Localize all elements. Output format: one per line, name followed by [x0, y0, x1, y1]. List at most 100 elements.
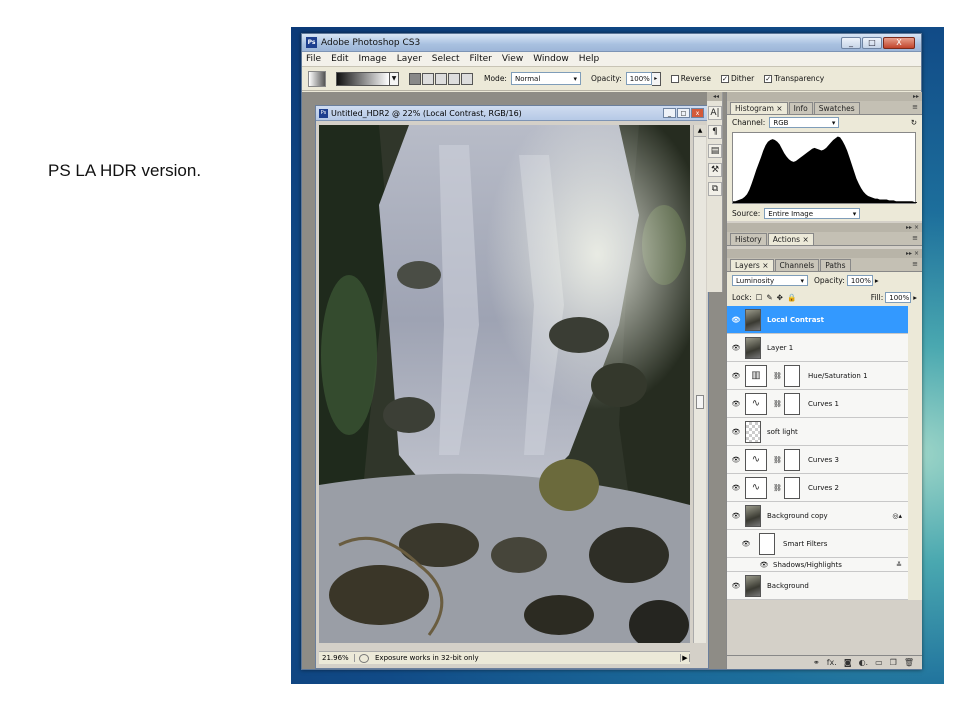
menu-window[interactable]: Window [533, 54, 569, 64]
angle-gradient-icon[interactable] [435, 72, 447, 85]
reflected-gradient-icon[interactable] [448, 72, 460, 85]
channel-select[interactable]: RGB ▾ [769, 117, 840, 128]
layer-row-soft-light[interactable]: 👁 soft light [727, 418, 908, 446]
status-menu-arrow-icon[interactable]: ▶ [680, 654, 690, 662]
tab-channels[interactable]: Channels [774, 259, 820, 271]
visibility-eye-icon[interactable]: 👁 [731, 428, 741, 436]
menu-help[interactable]: Help [579, 54, 600, 64]
menu-file[interactable]: File [306, 54, 321, 64]
menu-layer[interactable]: Layer [397, 54, 422, 64]
layer-row-curves-3[interactable]: 👁 ∿ ⛓ Curves 3 [727, 446, 908, 474]
history-group-handle[interactable]: ▸▸ × [727, 223, 922, 232]
layer-row-curves-1[interactable]: 👁 ∿ ⛓ Curves 1 [727, 390, 908, 418]
smart-filter-indicator-icon[interactable]: ◎▴ [892, 512, 902, 520]
link-layers-icon[interactable]: ⚭ [813, 658, 820, 667]
scroll-thumb[interactable] [696, 395, 704, 409]
histogram-panel-menu-icon[interactable]: ≡ [912, 103, 918, 111]
document-title-bar[interactable]: Ps Untitled_HDR2 @ 22% (Local Contrast, … [316, 106, 708, 121]
layer-row-layer-1[interactable]: 👁 Layer 1 [727, 334, 908, 362]
document-vertical-scrollbar[interactable]: ▲ [693, 125, 706, 643]
layer-opacity-arrow-icon[interactable]: ▸ [875, 276, 879, 285]
layer-comps-panel-icon[interactable]: ▤ [708, 144, 722, 158]
visibility-eye-icon[interactable]: 👁 [731, 456, 741, 464]
new-group-icon[interactable]: ▭ [875, 658, 883, 667]
linear-gradient-icon[interactable] [409, 72, 421, 85]
lock-position-icon[interactable]: ✥ [777, 293, 783, 302]
history-panel-menu-icon[interactable]: ≡ [912, 234, 918, 242]
mask-link-icon[interactable]: ⛓ [773, 400, 782, 408]
transparency-checkbox[interactable]: ✓ [764, 74, 773, 83]
title-bar[interactable]: Ps Adobe Photoshop CS3 _ □ X [302, 34, 921, 52]
mask-link-icon[interactable]: ⛓ [773, 372, 782, 380]
tab-histogram[interactable]: Histogram × [730, 102, 788, 114]
gradient-tool-preset-icon[interactable] [308, 70, 326, 87]
visibility-eye-icon[interactable]: 👁 [759, 561, 769, 569]
mask-link-icon[interactable]: ⛓ [773, 456, 782, 464]
visibility-eye-icon[interactable]: 👁 [731, 484, 741, 492]
layer-row-local-contrast[interactable]: 👁 Local Contrast [727, 306, 908, 334]
tab-layers[interactable]: Layers × [730, 259, 774, 271]
refresh-histogram-icon[interactable]: ↻ [911, 118, 917, 127]
menu-image[interactable]: Image [359, 54, 387, 64]
opacity-arrow-icon[interactable]: ▸ [651, 71, 661, 86]
layer-row-background-copy[interactable]: 👁 Background copy ◎▴ [727, 502, 908, 530]
source-select[interactable]: Entire Image ▾ [764, 208, 861, 219]
dither-checkbox[interactable]: ✓ [720, 74, 729, 83]
lock-all-icon[interactable]: 🔒 [787, 293, 796, 302]
character-panel-icon[interactable]: A| [708, 106, 722, 120]
fill-arrow-icon[interactable]: ▸ [913, 293, 917, 302]
layer-row-hue-saturation-1[interactable]: 👁 ▥ ⛓ Hue/Saturation 1 [727, 362, 908, 390]
lock-pixels-icon[interactable]: ✎ [766, 293, 772, 302]
reverse-checkbox[interactable] [670, 74, 679, 83]
mask-link-icon[interactable]: ⛓ [773, 484, 782, 492]
visibility-eye-icon[interactable]: 👁 [731, 344, 741, 352]
minimize-button[interactable]: _ [841, 36, 861, 49]
filter-blending-options-icon[interactable]: ≚ [896, 561, 902, 569]
tab-swatches[interactable]: Swatches [813, 102, 860, 114]
blend-mode-select[interactable]: Luminosity ▾ [732, 275, 808, 286]
layer-row-curves-2[interactable]: 👁 ∿ ⛓ Curves 2 [727, 474, 908, 502]
trash-icon[interactable]: 🗑 [904, 658, 914, 667]
visibility-eye-icon[interactable]: 👁 [731, 582, 741, 590]
fill-input[interactable]: 100% [885, 292, 912, 303]
document-maximize-button[interactable]: □ [677, 108, 690, 118]
dock-expand-icon[interactable]: ▸▸ [727, 92, 922, 101]
layer-row-smart-filters[interactable]: 👁 Smart Filters [727, 530, 908, 558]
new-adjustment-layer-icon[interactable]: ◐. [859, 658, 869, 667]
menu-view[interactable]: View [502, 54, 523, 64]
close-button[interactable]: X [883, 36, 915, 49]
gradient-picker-arrow-icon[interactable]: ▼ [390, 71, 399, 86]
image-canvas[interactable] [319, 125, 690, 643]
layer-opacity-input[interactable]: 100% [846, 275, 873, 286]
filter-row-shadows-highlights[interactable]: 👁 Shadows/Highlights ≚ [727, 558, 908, 572]
add-mask-icon[interactable]: ◙ [844, 658, 852, 667]
layers-group-handle[interactable]: ▸▸ × [727, 249, 922, 258]
layer-row-background[interactable]: 👁 Background [727, 572, 908, 600]
paragraph-panel-icon[interactable]: ¶ [708, 125, 722, 139]
tab-paths[interactable]: Paths [820, 259, 851, 271]
scroll-up-icon[interactable]: ▲ [694, 125, 706, 137]
menu-filter[interactable]: Filter [470, 54, 492, 64]
tab-history[interactable]: History [730, 233, 767, 245]
layer-style-fx-icon[interactable]: fx. [827, 658, 837, 667]
mode-select[interactable]: Normal ▾ [510, 72, 581, 85]
layers-panel-menu-icon[interactable]: ≡ [912, 260, 918, 268]
visibility-eye-icon[interactable]: 👁 [741, 540, 751, 548]
visibility-eye-icon[interactable]: 👁 [731, 400, 741, 408]
new-layer-icon[interactable]: ❐ [890, 658, 897, 667]
dock-collapse-icon[interactable]: ◂◂ [707, 92, 722, 101]
menu-select[interactable]: Select [432, 54, 460, 64]
visibility-eye-icon[interactable]: 👁 [731, 372, 741, 380]
maximize-button[interactable]: □ [862, 36, 882, 49]
zoom-level-field[interactable]: 21.96% [319, 654, 355, 662]
visibility-eye-icon[interactable]: 👁 [731, 316, 741, 324]
menu-edit[interactable]: Edit [331, 54, 348, 64]
document-close-button[interactable]: x [691, 108, 704, 118]
gradient-picker[interactable] [336, 71, 390, 86]
tool-presets-panel-icon[interactable]: ⚒ [708, 163, 722, 177]
clone-source-panel-icon[interactable]: ⧉ [708, 182, 722, 196]
lock-transparency-icon[interactable]: ☐ [756, 293, 763, 302]
tab-info[interactable]: Info [788, 102, 813, 114]
radial-gradient-icon[interactable] [422, 72, 434, 85]
opacity-input[interactable]: 100% [625, 72, 652, 85]
